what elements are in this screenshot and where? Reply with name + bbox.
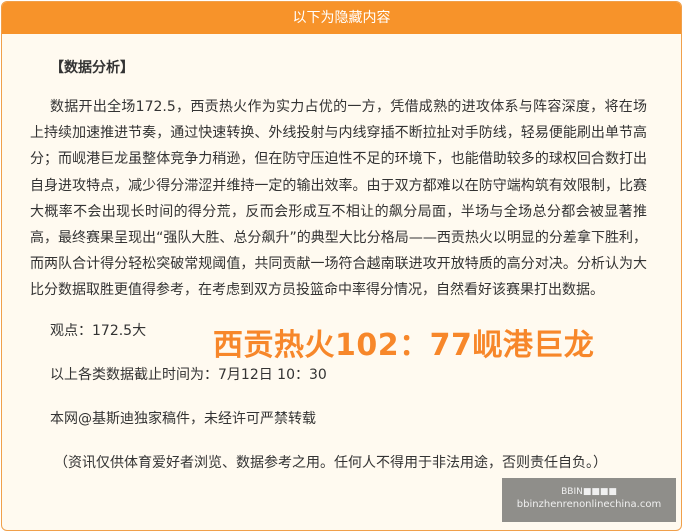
analysis-paragraph: 数据开出全场172.5，西贡热火作为实力占优的一方，凭借成熟的进攻体系与阵容深度…	[30, 99, 647, 299]
section-title: 【数据分析】	[50, 60, 134, 76]
hidden-content-panel: 以下为隐藏内容 【数据分析】 数据开出全场172.5，西贡热火作为实力占优的一方…	[1, 1, 682, 531]
deadline-line: 以上各类数据截止时间为：7月12日 10：30	[50, 366, 327, 383]
watermark-url: bbinzhenrenonlinechina.com	[516, 499, 662, 510]
watermark-brand: BBIN■■■■	[561, 487, 617, 497]
article-content: 【数据分析】 数据开出全场172.5，西贡热火作为实力占优的一方，凭借成熟的进攻…	[2, 34, 681, 475]
copyright-line: 本网@基斯迪独家稿件，未经许可严禁转载	[50, 410, 316, 427]
panel-header: 以下为隐藏内容	[2, 2, 681, 34]
watermark: BBIN■■■■ bbinzhenrenonlinechina.com	[502, 478, 676, 522]
disclaimer-line: （资讯仅供体育爱好者浏览、数据参考之用。任何人不得用于非法用途，否则责任自负。）	[54, 454, 607, 471]
score-overlay: 西贡热火102：77岘港巨龙	[213, 328, 595, 363]
